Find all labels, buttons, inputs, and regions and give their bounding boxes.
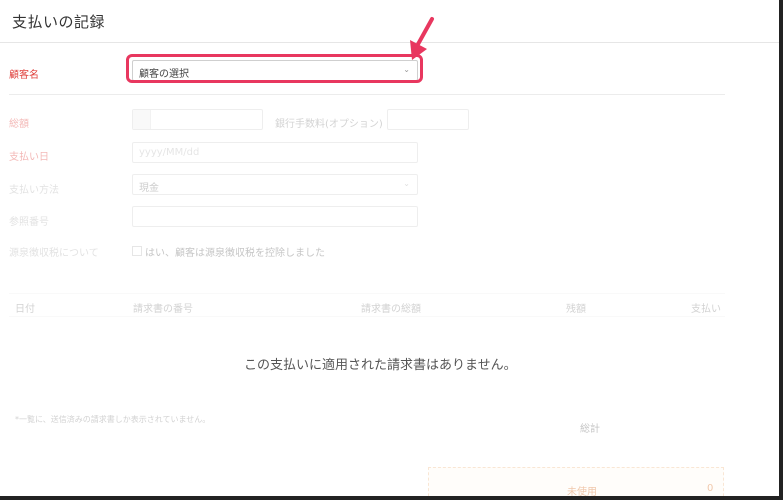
amount-input[interactable]: [132, 109, 263, 130]
reference-number-input[interactable]: [132, 206, 418, 227]
customer-name-label: 顧客名: [9, 70, 39, 81]
amount-label: 総額: [9, 119, 29, 130]
payment-date-placeholder: yyyy/MM/dd: [139, 147, 200, 158]
payment-date-label: 支払い日: [9, 152, 49, 163]
withholding-tax-checkbox[interactable]: [132, 246, 142, 256]
empty-table-message: この支払いに適用された請求書はありません。: [244, 358, 517, 373]
withholding-tax-checkbox-label[interactable]: はい、顧客は源泉徴収税を控除しました: [145, 244, 325, 259]
payment-method-select[interactable]: 現金 ⌄: [132, 174, 418, 195]
unused-amount-value: 0: [707, 483, 714, 494]
invoice-table-header: 日付 請求書の番号 請求書の総額 残額 支払い: [9, 293, 725, 317]
pointer-arrow-icon: [410, 17, 434, 60]
invoice-footnote: *一覧に、送信済みの請求書しか表示されていません。: [15, 415, 211, 424]
column-header-invoice-number: 請求書の番号: [133, 304, 193, 315]
column-header-date: 日付: [15, 304, 35, 315]
section-divider: [9, 94, 725, 95]
total-label: 総計: [580, 424, 600, 435]
title-divider: [0, 42, 783, 43]
currency-prefix: [133, 110, 151, 129]
chevron-down-icon: ⌄: [403, 179, 410, 188]
payment-method-value: 現金: [139, 183, 159, 194]
window-edge: [779, 0, 783, 500]
withholding-tax-label: 源泉徴収税について: [9, 248, 99, 259]
window-edge: [0, 496, 783, 500]
column-header-balance: 残額: [566, 304, 586, 315]
bank-fee-label: 銀行手数料(オプション): [275, 119, 383, 130]
bank-fee-input[interactable]: [387, 109, 469, 130]
highlight-box: [126, 54, 423, 83]
column-header-invoice-total: 請求書の総額: [361, 304, 421, 315]
page-title: 支払いの記録: [12, 13, 106, 31]
reference-number-label: 参照番号: [9, 217, 49, 228]
payment-date-input[interactable]: yyyy/MM/dd: [132, 142, 418, 163]
payment-method-label: 支払い方法: [9, 185, 59, 196]
column-header-payment: 支払い: [691, 304, 721, 315]
